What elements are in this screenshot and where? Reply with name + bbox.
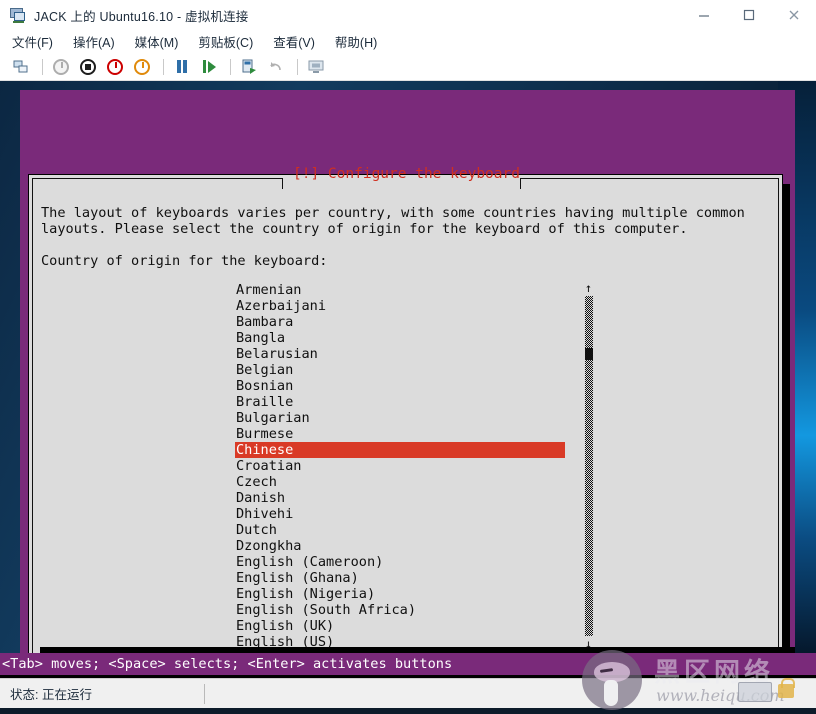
dialog-body: The layout of keyboards varies per count…: [41, 205, 772, 653]
statusbar-separator: [203, 683, 205, 704]
installer-footer-hint: <Tab> moves; <Space> selects; <Enter> ac…: [0, 653, 816, 675]
toolbar-separator: [163, 58, 164, 75]
menu-item-file[interactable]: 文件(F): [12, 32, 53, 51]
list-item[interactable]: Dutch: [235, 522, 565, 538]
enhanced-session-icon[interactable]: [304, 55, 328, 79]
list-item[interactable]: Burmese: [235, 426, 565, 442]
minimize-icon[interactable]: [681, 0, 726, 30]
scroll-up-arrow-icon[interactable]: ↑: [583, 282, 594, 294]
maximize-icon[interactable]: [726, 0, 771, 30]
list-item[interactable]: Bangla: [235, 330, 565, 346]
menu-item-media[interactable]: 媒体(M): [135, 32, 179, 51]
menu-item-help[interactable]: 帮助(H): [335, 32, 377, 51]
close-icon[interactable]: [771, 0, 816, 30]
list-item[interactable]: Bambara: [235, 314, 565, 330]
list-item[interactable]: English (Nigeria): [235, 586, 565, 602]
status-text: 状态: 正在运行: [10, 688, 92, 702]
scrollbar-thumb[interactable]: [585, 348, 593, 360]
list-item[interactable]: Dhivehi: [235, 506, 565, 522]
statusbar: 状态: 正在运行: [0, 678, 816, 708]
menubar: 文件(F) 操作(A) 媒体(M) 剪贴板(C) 查看(V) 帮助(H): [0, 30, 816, 53]
list-item[interactable]: Azerbaijani: [235, 298, 565, 314]
toolbar-separator: [230, 58, 231, 75]
list-item[interactable]: Belarusian: [235, 346, 565, 362]
turn-off-icon[interactable]: [76, 55, 100, 79]
list-item[interactable]: English (UK): [235, 618, 565, 634]
vm-screen: [!] Configure the keyboard The layout of…: [0, 81, 816, 653]
pause-icon[interactable]: [170, 55, 194, 79]
footer-hint-text: <Tab> moves; <Space> selects; <Enter> ac…: [2, 656, 453, 672]
list-item[interactable]: Dzongkha: [235, 538, 565, 554]
configure-keyboard-dialog: [!] Configure the keyboard The layout of…: [28, 166, 783, 653]
list-item[interactable]: Armenian: [235, 282, 565, 298]
window-title: JACK 上的 Ubuntu16.10 - 虚拟机连接: [34, 9, 249, 24]
dialog-title: [!] Configure the keyboard: [293, 166, 520, 182]
toolbar-separator: [297, 58, 298, 75]
window-controls: [681, 0, 816, 30]
menu-item-clipboard[interactable]: 剪贴板(C): [198, 32, 253, 51]
list-item[interactable]: Belgian: [235, 362, 565, 378]
vm-connection-icon: [10, 7, 26, 23]
list-item[interactable]: English (Ghana): [235, 570, 565, 586]
list-item[interactable]: Braille: [235, 394, 565, 410]
window-titlebar: JACK 上的 Ubuntu16.10 - 虚拟机连接: [0, 0, 816, 30]
menu-item-view[interactable]: 查看(V): [273, 32, 315, 51]
start-icon[interactable]: [49, 55, 73, 79]
ctrl-alt-del-icon[interactable]: [9, 55, 33, 79]
toolbar: [0, 53, 816, 81]
toolbar-separator: [42, 58, 43, 75]
list-item[interactable]: Bulgarian: [235, 410, 565, 426]
list-item[interactable]: English (South Africa): [235, 602, 565, 618]
list-item[interactable]: Croatian: [235, 458, 565, 474]
revert-icon[interactable]: [264, 55, 288, 79]
list-item[interactable]: English (Cameroon): [235, 554, 565, 570]
checkpoint-icon[interactable]: [237, 55, 261, 79]
list-item[interactable]: Bosnian: [235, 378, 565, 394]
list-item-selected[interactable]: Chinese: [235, 442, 565, 458]
country-list[interactable]: Armenian Azerbaijani Bambara Bangla Bela…: [235, 282, 565, 650]
list-item[interactable]: Danish: [235, 490, 565, 506]
shut-down-icon[interactable]: [103, 55, 127, 79]
window-bottom-edge: [0, 708, 816, 714]
resume-icon[interactable]: [197, 55, 221, 79]
menu-item-action[interactable]: 操作(A): [73, 32, 115, 51]
vm-connection-window: JACK 上的 Ubuntu16.10 - 虚拟机连接 文件(F) 操作(A) …: [0, 0, 816, 714]
dialog-prompt: Country of origin for the keyboard:: [41, 253, 328, 269]
scrollbar-track[interactable]: [585, 296, 593, 636]
save-state-icon[interactable]: [130, 55, 154, 79]
list-scrollbar[interactable]: ↑ ↓: [583, 282, 594, 650]
dialog-description: The layout of keyboards varies per count…: [41, 205, 745, 237]
list-item[interactable]: Czech: [235, 474, 565, 490]
